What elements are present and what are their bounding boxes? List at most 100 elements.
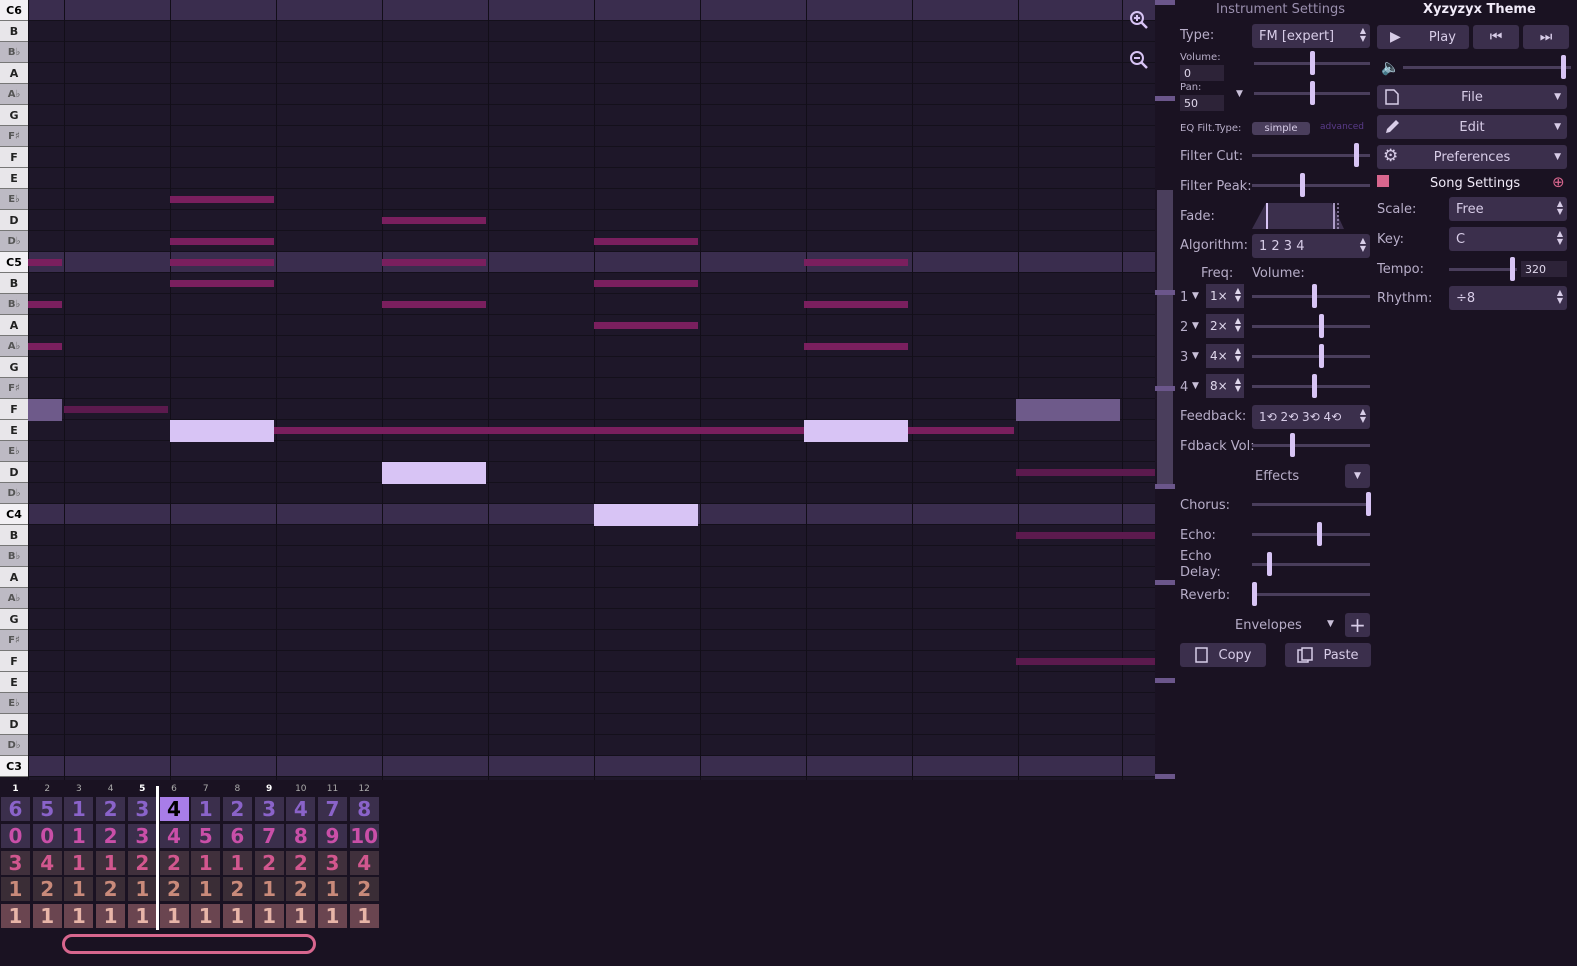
pattern-cell[interactable]: 1 — [126, 903, 158, 930]
piano-key[interactable]: B♭ — [0, 294, 28, 315]
operator-volume-thumb[interactable] — [1319, 344, 1324, 368]
pattern-cell[interactable]: 1 — [63, 849, 95, 876]
chorus-slider[interactable] — [1252, 503, 1370, 506]
zoom-out-button[interactable] — [1125, 46, 1153, 74]
octave-scroll-thumb[interactable] — [1157, 190, 1173, 486]
ghost-note[interactable] — [594, 280, 698, 287]
ghost-note[interactable] — [1016, 532, 1155, 539]
pattern-cell[interactable]: 6 — [221, 822, 253, 849]
pattern-cell[interactable]: 1 — [221, 849, 253, 876]
pattern-cell[interactable]: 10 — [348, 822, 380, 849]
echo-slider[interactable] — [1252, 533, 1370, 536]
pattern-cell[interactable]: 3 — [253, 796, 285, 822]
piano-key[interactable]: A♭ — [0, 588, 28, 609]
operator-volume-thumb[interactable] — [1312, 284, 1317, 308]
ghost-note[interactable] — [28, 301, 62, 308]
ghost-note[interactable] — [274, 427, 804, 434]
piano-key[interactable]: D♭ — [0, 483, 28, 504]
piano-key[interactable]: E — [0, 420, 28, 441]
pattern-cell[interactable]: 1 — [285, 903, 317, 930]
song-title[interactable]: Xyzyzyx Theme — [1423, 2, 1536, 17]
file-menu[interactable]: File ▼ — [1377, 85, 1567, 109]
pattern-cell[interactable]: 3 — [0, 849, 31, 876]
operator-dropdown-icon[interactable]: ▼ — [1192, 291, 1199, 301]
pattern-cell[interactable]: 7 — [253, 822, 285, 849]
pattern-cell[interactable]: 1 — [63, 822, 95, 849]
operator-dropdown-icon[interactable]: ▼ — [1192, 351, 1199, 361]
pattern-cell[interactable]: 2 — [126, 849, 158, 876]
piano-key[interactable]: B♭ — [0, 42, 28, 63]
reverb-slider[interactable] — [1252, 593, 1370, 596]
pattern-cell[interactable]: 1 — [253, 876, 285, 903]
ghost-note[interactable] — [170, 196, 274, 203]
ghost-note[interactable] — [382, 301, 486, 308]
ghost-note[interactable] — [594, 238, 698, 245]
pattern-cell[interactable]: 1 — [190, 903, 222, 930]
pattern-cell[interactable]: 2 — [348, 876, 380, 903]
pattern-cell[interactable]: 2 — [95, 876, 127, 903]
ghost-note[interactable] — [382, 259, 486, 266]
operator-volume-slider[interactable] — [1252, 355, 1370, 358]
pattern-cell[interactable]: 2 — [158, 876, 190, 903]
preferences-menu[interactable]: ⚙ Preferences ▼ — [1377, 145, 1567, 169]
ghost-note[interactable] — [170, 238, 274, 245]
pattern-cell[interactable]: 4 — [348, 849, 380, 876]
pan-spinbox[interactable]: 50 — [1180, 95, 1224, 111]
piano-keyboard[interactable]: C6 B B♭ A A♭ G F♯ F E E♭ D D♭ C5 B B♭ A A♭ G F♯ F E E♭ D D♭ C4 B B… — [0, 0, 28, 780]
operator-volume-thumb[interactable] — [1319, 314, 1324, 338]
piano-key[interactable]: C4 — [0, 504, 28, 525]
track-pattern-grid[interactable]: 1 2 3 4 5 6 7 8 9 10 11 12 6 5 1 2 3 4 1 2 3 4 7 8 0 0 1 2 3 4 5 6 7 8 9 10… — [0, 784, 380, 934]
note[interactable] — [594, 504, 698, 526]
pan-slider-thumb[interactable] — [1310, 81, 1315, 105]
pattern-cell[interactable]: 1 — [0, 903, 31, 930]
pan-dropdown-icon[interactable]: ▼ — [1236, 89, 1243, 99]
piano-key[interactable]: F♯ — [0, 630, 28, 651]
pattern-cell[interactable]: 3 — [126, 822, 158, 849]
piano-key[interactable]: F — [0, 147, 28, 168]
piano-key[interactable]: F♯ — [0, 126, 28, 147]
crosshair-icon[interactable]: ⊕ — [1552, 173, 1565, 191]
piano-key[interactable]: B♭ — [0, 546, 28, 567]
pattern-cell[interactable]: 2 — [31, 876, 63, 903]
instrument-type-select[interactable]: FM [expert] ▲ ▼ — [1252, 24, 1370, 48]
song-horizontal-scrollbar[interactable] — [62, 934, 316, 954]
pattern-cell[interactable]: 4 — [158, 796, 190, 822]
play-button[interactable]: ▶ Play — [1377, 25, 1469, 49]
volume-slider-thumb[interactable] — [1310, 51, 1315, 75]
pattern-cell[interactable]: 3 — [126, 796, 158, 822]
next-bar-button[interactable]: ⏭ — [1523, 25, 1569, 49]
note[interactable] — [382, 462, 486, 484]
pattern-cell[interactable]: 2 — [221, 796, 253, 822]
pattern-cell[interactable]: 7 — [317, 796, 348, 822]
pattern-cell[interactable]: 1 — [95, 903, 127, 930]
piano-key[interactable]: E — [0, 168, 28, 189]
pattern-cell[interactable]: 4 — [285, 796, 317, 822]
operator-dropdown-icon[interactable]: ▼ — [1192, 381, 1199, 391]
pattern-cell[interactable]: 1 — [190, 849, 222, 876]
operator-frequency-select[interactable]: 1× ▲ ▼ — [1206, 284, 1244, 308]
piano-key[interactable]: C3 — [0, 756, 28, 777]
previous-bar-button[interactable]: ⏮ — [1473, 25, 1519, 49]
piano-key[interactable]: A♭ — [0, 84, 28, 105]
pattern-cell[interactable]: 1 — [317, 903, 348, 930]
pattern-cell[interactable]: 6 — [0, 796, 31, 822]
pattern-cell[interactable]: 1 — [253, 903, 285, 930]
pattern-cell[interactable]: 1 — [126, 876, 158, 903]
filter-peak-slider[interactable] — [1252, 184, 1370, 187]
zoom-in-button[interactable] — [1125, 6, 1153, 34]
pattern-cell[interactable]: 3 — [317, 849, 348, 876]
key-select[interactable]: C ▲ ▼ — [1449, 227, 1567, 251]
master-volume-thumb[interactable] — [1561, 55, 1566, 79]
effects-dropdown-button[interactable]: ▼ — [1345, 464, 1370, 488]
pattern-cell[interactable]: 2 — [158, 849, 190, 876]
note[interactable] — [170, 420, 274, 442]
copy-button[interactable]: Copy — [1180, 643, 1266, 667]
operator-frequency-select[interactable]: 2× ▲ ▼ — [1206, 314, 1244, 338]
chorus-thumb[interactable] — [1366, 492, 1371, 516]
scale-select[interactable]: Free ▲ ▼ — [1449, 197, 1567, 221]
piano-key[interactable]: G — [0, 105, 28, 126]
ghost-note[interactable] — [1016, 399, 1120, 421]
pattern-cell[interactable]: 1 — [63, 796, 95, 822]
operator-volume-thumb[interactable] — [1312, 374, 1317, 398]
octave-scrollbar[interactable] — [1155, 0, 1175, 780]
